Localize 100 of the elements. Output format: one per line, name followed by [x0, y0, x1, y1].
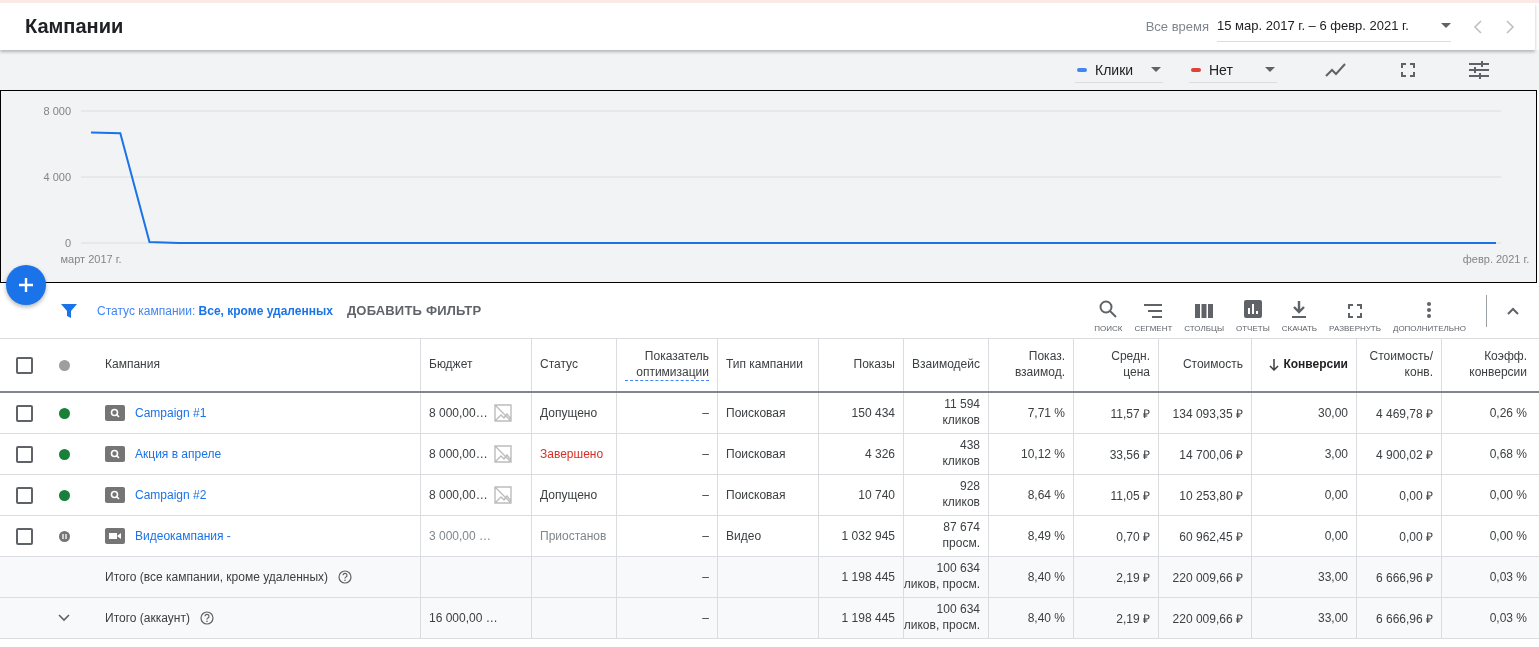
- metric-dropdown[interactable]: Клики: [1075, 57, 1163, 83]
- column-header[interactable]: Тип кампании: [726, 357, 803, 373]
- period-label: Все время: [1145, 19, 1209, 34]
- table-cell-text: 4 469,78 ₽: [1375, 405, 1433, 422]
- row-checkbox[interactable]: [15, 445, 33, 463]
- campaign-link[interactable]: Акция в апреле: [135, 447, 222, 461]
- caret-icon: [1151, 67, 1161, 72]
- row-checkbox[interactable]: [15, 404, 33, 422]
- table-cell: 87 674 просм.: [942, 520, 980, 552]
- select-all-checkbox[interactable]: [15, 356, 33, 374]
- sliders-icon[interactable]: [1469, 61, 1489, 79]
- add-filter-button[interactable]: ДОБАВИТЬ ФИЛЬТР: [340, 302, 488, 319]
- download-icon: [1292, 300, 1307, 318]
- table-cell: 100 634 ликов, просм.: [904, 602, 980, 634]
- row-checkbox[interactable]: [15, 527, 33, 545]
- table-cell: Поисковая: [726, 447, 786, 461]
- table-cell: 0,03 %: [1489, 611, 1527, 625]
- campaign-link[interactable]: Campaign #1: [135, 406, 207, 420]
- toolbar-button[interactable]: ДОПОЛНИТЕЛЬНО: [1386, 288, 1472, 333]
- date-range-dropdown[interactable]: 15 мар. 2017 г. – 6 февр. 2021 г.: [1217, 11, 1451, 42]
- table-cell: –: [702, 570, 709, 584]
- table-cell-text: 11,57 ₽: [1110, 405, 1150, 422]
- table-cell: 0,00: [1324, 529, 1348, 543]
- caret-icon: [1441, 22, 1451, 28]
- table-cell: 1 032 945: [841, 529, 895, 543]
- toolbar-button[interactable]: СКАЧАТЬ: [1275, 288, 1324, 333]
- collapse-icon[interactable]: [1507, 306, 1519, 315]
- table-cell-text: 10 253,80 ₽: [1179, 487, 1243, 504]
- search-campaign-icon: [105, 405, 125, 421]
- table-cell-text: 60 962,45 ₽: [1179, 528, 1243, 545]
- column-header[interactable]: Средн. цена: [1082, 349, 1150, 381]
- status-text: Приостанов: [540, 529, 607, 543]
- fullscreen-icon[interactable]: [1401, 63, 1415, 77]
- status-text: Допущено: [540, 406, 598, 420]
- column-header[interactable]: Конверсии: [1283, 357, 1348, 373]
- table-cell: 150 434: [851, 406, 895, 420]
- column-header[interactable]: Коэфф. конверсии: [1450, 349, 1527, 381]
- search-campaign-icon: [105, 446, 125, 462]
- column-header[interactable]: Бюджет: [429, 357, 473, 373]
- table-cell-text: 2,19 ₽: [1116, 569, 1150, 586]
- table-cell: 1 198 445: [841, 611, 895, 625]
- toolbar-button[interactable]: ОТЧЕТЫ: [1230, 288, 1276, 333]
- column-header[interactable]: Показы: [853, 357, 895, 373]
- column-header[interactable]: Показ. взаимод.: [997, 349, 1065, 381]
- budget-value: 8 000,00…: [429, 447, 488, 461]
- status-text: Завершено: [540, 447, 604, 461]
- add-button[interactable]: [6, 265, 46, 305]
- table-cell: 11 594 кликов: [942, 397, 980, 429]
- chevron-down-icon[interactable]: [58, 614, 70, 622]
- filter-chip[interactable]: Статус кампании: Все, кроме удаленных: [97, 303, 333, 318]
- table-cell: –: [702, 488, 709, 502]
- search-icon: [1099, 299, 1118, 318]
- toolbar-button[interactable]: СЕГМЕНТ: [1128, 288, 1179, 333]
- column-header[interactable]: Стоимость: [1182, 357, 1243, 373]
- columns-icon: [1195, 303, 1214, 318]
- table-cell: 8,40 %: [1027, 611, 1065, 625]
- budget-value: 8 000,00…: [429, 406, 488, 420]
- x-axis-label: февр. 2021 г.: [1462, 253, 1530, 265]
- column-header[interactable]: Статус: [540, 357, 578, 373]
- campaign-link[interactable]: Campaign #2: [135, 488, 207, 502]
- help-icon[interactable]: [199, 611, 214, 625]
- toolbar-button[interactable]: СТОЛБЦЫ: [1178, 288, 1230, 333]
- line-chart-icon[interactable]: [1325, 63, 1347, 77]
- table-cell: –: [702, 406, 709, 420]
- sort-arrow-icon[interactable]: [1269, 359, 1280, 371]
- status-dot: [58, 359, 70, 371]
- row-checkbox[interactable]: [15, 486, 33, 504]
- total-label: Итого (аккаунт): [105, 611, 190, 625]
- table-cell-text: 11,05 ₽: [1110, 487, 1150, 504]
- table-cell-text: 4 900,02 ₽: [1375, 446, 1433, 463]
- column-header[interactable]: Стоимость/ конв.: [1365, 349, 1433, 381]
- toolbar-button[interactable]: ПОИСК: [1088, 288, 1129, 333]
- help-icon[interactable]: [338, 570, 353, 584]
- total-label: Итого (все кампании, кроме удаленных): [105, 570, 329, 584]
- table-cell: 0,00 %: [1489, 488, 1527, 502]
- column-header[interactable]: Показатель оптимизации: [625, 348, 709, 382]
- table-cell: –: [702, 447, 709, 461]
- table-cell: –: [702, 529, 709, 543]
- table-cell: 33,00: [1317, 570, 1348, 584]
- plus-icon: [18, 277, 34, 293]
- filter-icon[interactable]: [61, 302, 77, 319]
- table-cell: 10,12 %: [1020, 447, 1065, 461]
- column-header[interactable]: Кампания: [88, 357, 160, 373]
- table-cell: 100 634 ликов, просм.: [904, 561, 980, 593]
- y-axis-label: 0: [64, 237, 71, 249]
- toolbar-button[interactable]: РАЗВЕРНУТЬ: [1323, 288, 1387, 333]
- table-cell: 4 326: [864, 447, 895, 461]
- table-cell: Поисковая: [726, 406, 786, 420]
- table-cell-text: 134 093,35 ₽: [1172, 405, 1243, 422]
- table-cell: 1 198 445: [841, 570, 895, 584]
- x-axis-label: март 2017 г.: [60, 253, 122, 265]
- table-cell-text: 0,00 ₽: [1399, 528, 1433, 545]
- table-cell-text: 0,70 ₽: [1116, 528, 1150, 545]
- caret-icon: [1265, 67, 1275, 72]
- table-cell: –: [702, 611, 709, 625]
- crossed-out-image-icon: [493, 445, 512, 463]
- table-cell: 0,68 %: [1489, 447, 1527, 461]
- metric-dropdown[interactable]: Нет: [1189, 57, 1277, 83]
- column-header[interactable]: Взаимодейс: [912, 357, 980, 373]
- campaign-link[interactable]: Видеокампания -: [135, 529, 231, 543]
